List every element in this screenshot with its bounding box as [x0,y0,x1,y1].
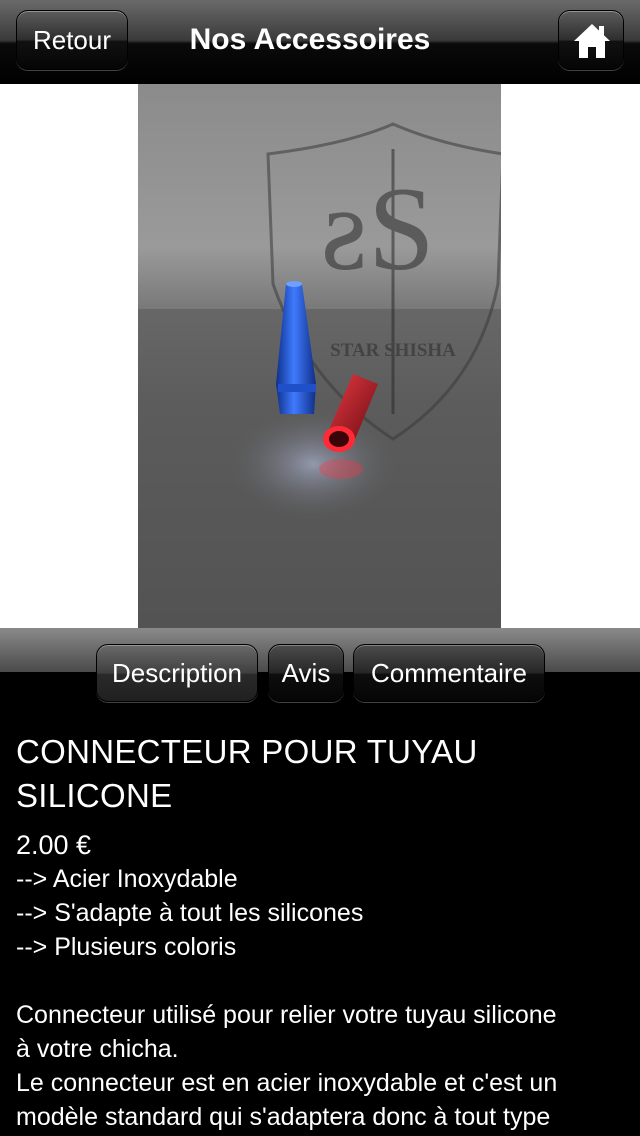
feature-item: --> Acier Inoxydable [16,865,238,893]
product-photo: ƨS STAR SHISHA [138,84,501,628]
tab-commentaire[interactable]: Commentaire [353,644,545,702]
product-price: 2.00 € [16,830,92,860]
product-details: CONNECTEUR POUR TUYAU SILICONE 2.00 € --… [16,730,628,1134]
tab-avis[interactable]: Avis [268,644,344,702]
description-line: à votre chicha. [16,1035,179,1063]
blue-connector [276,281,316,414]
segmented-tabs: Description Avis Commentaire [0,644,640,704]
product-title-line-2: SILICONE [16,777,173,814]
description-line: Connecteur utilisé pour relier votre tuy… [16,1001,557,1029]
product-image-area: ƨS STAR SHISHA [0,84,640,628]
home-button[interactable] [558,10,624,70]
feature-item: --> Plusieurs coloris [16,933,237,961]
feature-item: --> S'adapte à tout les silicones [16,899,364,927]
svg-text:ƨS: ƨS [321,162,434,295]
navigation-bar: Retour Nos Accessoires [0,0,640,84]
svg-text:STAR SHISHA: STAR SHISHA [330,340,456,361]
tab-description[interactable]: Description [96,644,258,702]
description-line: modèle standard qui s'adaptera donc à to… [16,1103,551,1131]
product-title-line-1: CONNECTEUR POUR TUYAU [16,733,478,770]
description-line: Le connecteur est en acier inoxydable et… [16,1069,558,1097]
home-icon [574,24,610,58]
product-title: CONNECTEUR POUR TUYAU SILICONE [16,730,628,818]
page-title: Nos Accessoires [189,23,431,56]
back-button[interactable]: Retour [16,10,128,70]
